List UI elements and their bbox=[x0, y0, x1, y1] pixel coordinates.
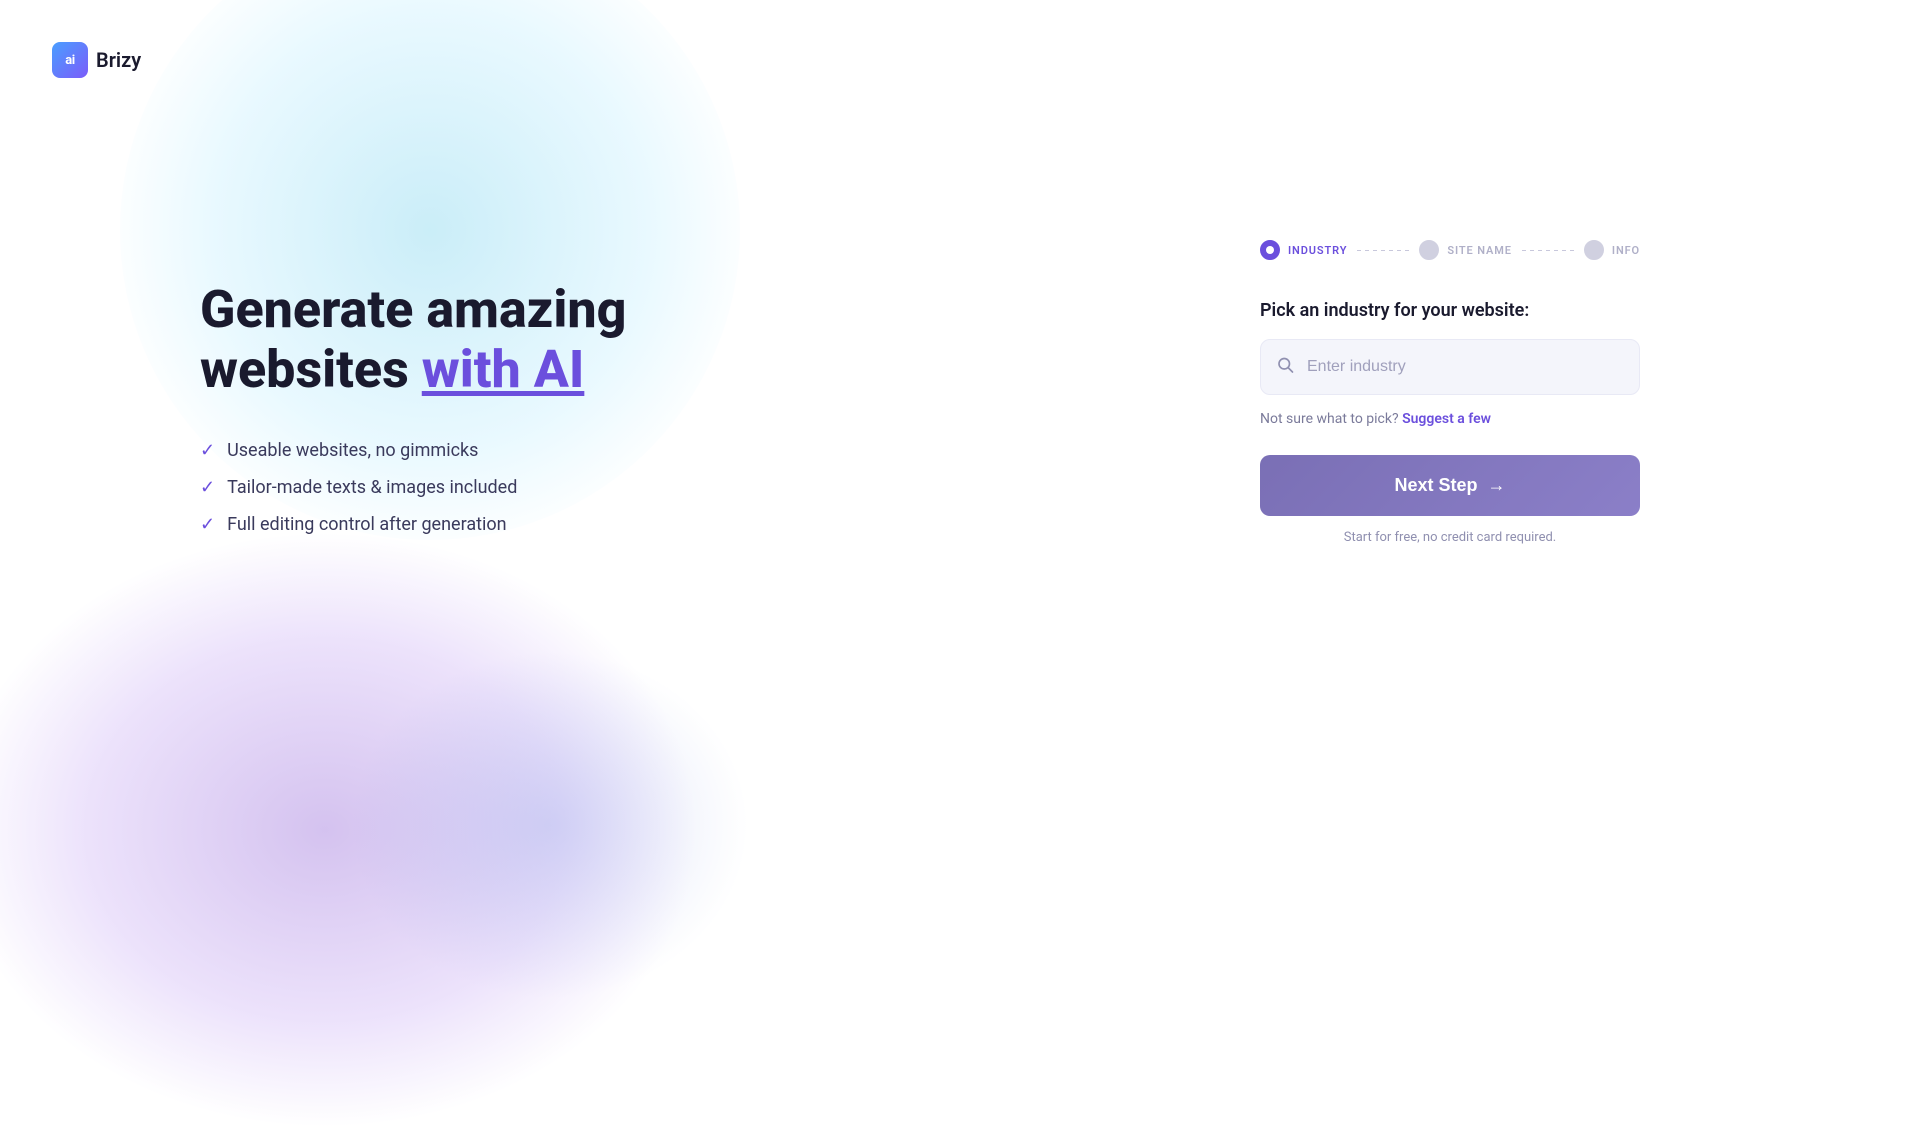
feature-item: ✓ Tailor-made texts & images included bbox=[200, 477, 720, 498]
search-input-wrapper bbox=[1260, 339, 1640, 395]
feature-text: Full editing control after generation bbox=[227, 514, 507, 535]
step-info: INFO bbox=[1584, 240, 1640, 260]
features-list: ✓ Useable websites, no gimmicks ✓ Tailor… bbox=[200, 440, 720, 535]
feature-item: ✓ Useable websites, no gimmicks bbox=[200, 440, 720, 461]
step-label-sitename: SITE NAME bbox=[1447, 244, 1511, 257]
feature-item: ✓ Full editing control after generation bbox=[200, 514, 720, 535]
check-icon: ✓ bbox=[200, 440, 215, 461]
step-sitename: SITE NAME bbox=[1419, 240, 1511, 260]
right-panel: INDUSTRY SITE NAME INFO Pick an industry… bbox=[1260, 240, 1640, 545]
free-note: Start for free, no credit card required. bbox=[1260, 530, 1640, 545]
next-step-button[interactable]: Next Step → bbox=[1260, 455, 1640, 516]
headline-highlight: with AI bbox=[422, 339, 585, 400]
step-label-industry: INDUSTRY bbox=[1288, 244, 1347, 257]
next-step-label: Next Step bbox=[1394, 475, 1477, 496]
bg-blob-bottom-left bbox=[0, 530, 700, 1130]
headline: Generate amazing websites with AI bbox=[200, 280, 720, 400]
search-icon bbox=[1276, 356, 1294, 379]
stepper: INDUSTRY SITE NAME INFO bbox=[1260, 240, 1640, 260]
step-connector-2 bbox=[1522, 250, 1574, 251]
step-label-info: INFO bbox=[1612, 244, 1640, 257]
step-circle-info bbox=[1584, 240, 1604, 260]
bg-blob-bottom-right bbox=[350, 650, 750, 1000]
headline-line2-normal: websites bbox=[200, 339, 422, 400]
logo-name: Brizy bbox=[96, 48, 141, 72]
form-pick-label: Pick an industry for your website: bbox=[1260, 300, 1640, 321]
left-content: Generate amazing websites with AI ✓ Usea… bbox=[200, 280, 720, 535]
logo-icon: ai bbox=[52, 42, 88, 78]
feature-text: Useable websites, no gimmicks bbox=[227, 440, 478, 461]
arrow-icon: → bbox=[1488, 475, 1506, 496]
step-connector-1 bbox=[1357, 250, 1409, 251]
check-icon: ✓ bbox=[200, 477, 215, 498]
step-circle-sitename bbox=[1419, 240, 1439, 260]
step-circle-industry bbox=[1260, 240, 1280, 260]
logo-icon-text: ai bbox=[65, 53, 74, 68]
suggest-link[interactable]: Suggest a few bbox=[1402, 411, 1491, 427]
suggest-prefix: Not sure what to pick? bbox=[1260, 411, 1399, 427]
logo[interactable]: ai Brizy bbox=[52, 42, 141, 78]
suggest-text: Not sure what to pick? Suggest a few bbox=[1260, 411, 1640, 427]
step-industry: INDUSTRY bbox=[1260, 240, 1347, 260]
industry-input[interactable] bbox=[1260, 339, 1640, 395]
check-icon: ✓ bbox=[200, 514, 215, 535]
feature-text: Tailor-made texts & images included bbox=[227, 477, 517, 498]
headline-line1: Generate amazing bbox=[200, 279, 626, 340]
